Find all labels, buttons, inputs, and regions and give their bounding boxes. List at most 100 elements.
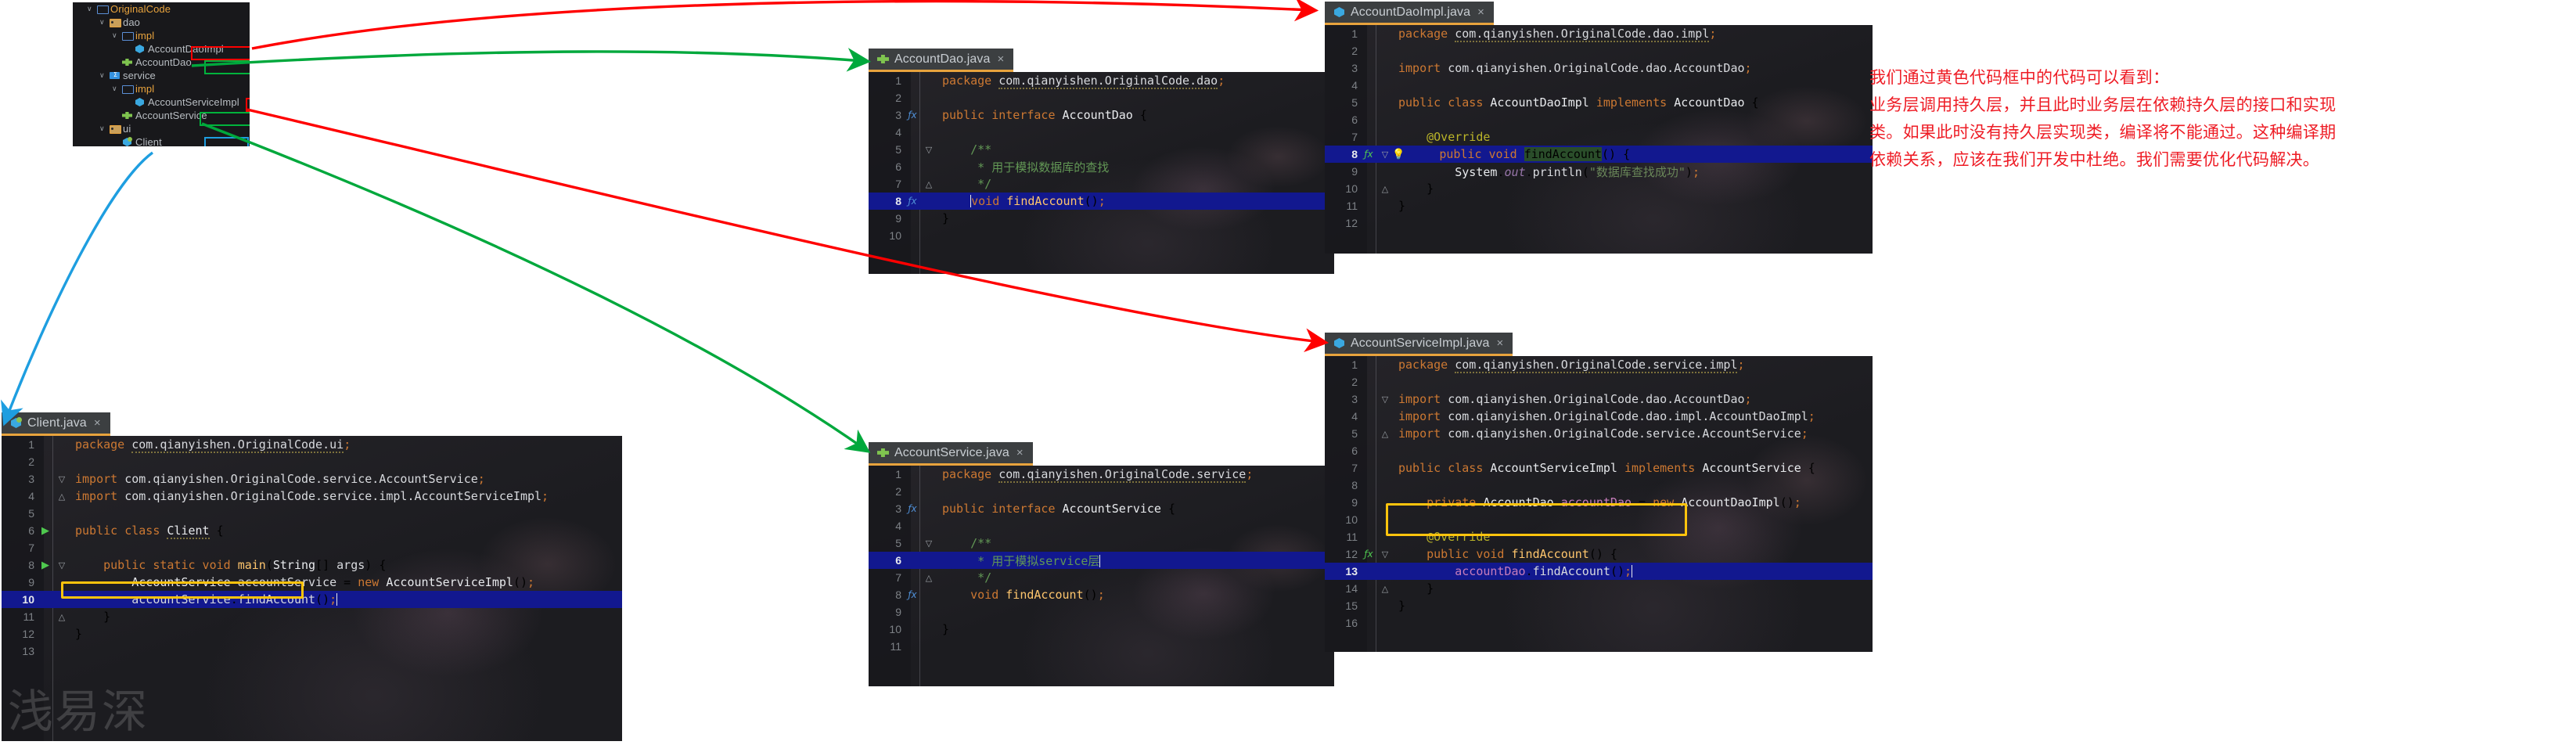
tab-account-dao[interactable]: AccountDao.java × (869, 49, 1014, 72)
close-icon[interactable]: × (94, 417, 101, 429)
code-line[interactable]: 3 ƒx public interface AccountService { (869, 500, 1334, 517)
run-gutter-icon[interactable]: ▶ (36, 560, 55, 571)
code-line[interactable]: 7 △ */ (869, 569, 1334, 586)
code-fold-toggle-icon[interactable]: △ (1378, 184, 1392, 194)
code-line[interactable]: 3 ▽ import com.qianyishen.OriginalCode.dao… (1325, 390, 1873, 408)
tab-account-dao-impl[interactable]: AccountDaoImpl.java × (1325, 2, 1494, 25)
code-line[interactable]: 7 @Override (1325, 128, 1873, 146)
code-editor-account-dao[interactable]: 1 package com.qianyishen.OriginalCode.dao… (869, 72, 1334, 274)
code-line[interactable]: 6 (1325, 111, 1873, 128)
editor-window-account-dao-impl[interactable]: AccountDaoImpl.java × 1 package com.qianyis… (1325, 2, 1873, 254)
code-line[interactable]: 3 ƒx public interface AccountDao { (869, 106, 1334, 124)
close-icon[interactable]: × (997, 53, 1004, 65)
implemented-method-gutter-icon[interactable]: ƒx (903, 503, 922, 514)
code-line[interactable]: 1 package com.qianyishen.OriginalCode.dao… (869, 72, 1334, 89)
code-line[interactable]: 9 AccountService accountService = new Ac… (2, 574, 622, 591)
code-editor-client[interactable]: 1 package com.qianyishen.OriginalCode.ui;… (2, 436, 622, 741)
code-line[interactable]: 3 ▽ import com.qianyishen.OriginalCode.ser… (2, 470, 622, 488)
code-line[interactable]: 10 (869, 227, 1334, 244)
code-line[interactable]: 12 ƒx ▽ public void findAccount() { (1325, 545, 1873, 563)
code-line[interactable]: 11} (1325, 197, 1873, 214)
tree-item-impl[interactable]: ∨ impl (73, 82, 250, 95)
code-fold-toggle-icon[interactable]: △ (1378, 429, 1392, 439)
editor-window-account-service[interactable]: AccountService.java × 1 package com.qianyis… (869, 442, 1334, 686)
code-line[interactable]: 8 ▶ ▽ public static void main(String[] arg… (2, 556, 622, 574)
code-line[interactable]: 13 (2, 642, 622, 660)
code-line[interactable]: 2 (1325, 373, 1873, 390)
code-line[interactable]: 10 △ } (1325, 180, 1873, 197)
code-line[interactable]: 9} (869, 210, 1334, 227)
code-line[interactable]: 2 (869, 89, 1334, 106)
close-icon[interactable]: × (1477, 6, 1484, 18)
code-line[interactable]: 8 (1325, 477, 1873, 494)
code-line[interactable]: 1 package com.qianyishen.OriginalCode.ser… (869, 466, 1334, 483)
tree-item-dao[interactable]: ∨ dao (73, 16, 250, 29)
tab-account-service[interactable]: AccountService.java × (869, 442, 1033, 466)
code-line[interactable]: 10} (869, 621, 1334, 638)
code-line[interactable]: 4 △ import com.qianyishen.OriginalCode.ser… (2, 488, 622, 505)
code-line[interactable]: 11 (869, 638, 1334, 655)
code-fold-toggle-icon[interactable]: △ (922, 573, 936, 583)
chevron-down-icon[interactable]: ∨ (87, 5, 95, 13)
code-editor-account-dao-impl[interactable]: 1 package com.qianyishen.OriginalCode.dao… (1325, 25, 1873, 254)
code-line[interactable]: 4 (1325, 77, 1873, 94)
overriding-method-gutter-icon[interactable]: ƒx (1359, 549, 1378, 560)
code-line[interactable]: 2 (1325, 42, 1873, 59)
tree-item-accountservice[interactable]: AccountService (73, 109, 250, 122)
code-line[interactable]: 9 System.out.println("数据库查找成功"); (1325, 163, 1873, 180)
code-line[interactable]: 5 △ import com.qianyishen.OriginalCode.ser… (1325, 425, 1873, 442)
chevron-down-icon[interactable]: ∨ (112, 85, 120, 93)
code-line[interactable]: 7 △ */ (869, 175, 1334, 193)
tree-item-accountserviceimpl[interactable]: AccountServiceImpl (73, 95, 250, 109)
tree-item-client[interactable]: Client (73, 135, 250, 146)
code-fold-toggle-icon[interactable]: ▽ (55, 474, 69, 484)
code-line[interactable]: 10 accountService.findAccount(); (2, 591, 622, 608)
lightbulb-intention-icon[interactable]: 💡 (1392, 149, 1405, 160)
chevron-down-icon[interactable]: ∨ (99, 71, 107, 80)
code-editor-account-service[interactable]: 1 package com.qianyishen.OriginalCode.ser… (869, 466, 1334, 686)
code-line[interactable]: 4 import com.qianyishen.OriginalCode.dao.… (1325, 408, 1873, 425)
chevron-down-icon[interactable]: ∨ (112, 31, 120, 40)
code-line[interactable]: 6 ▶ public class Client { (2, 522, 622, 539)
code-fold-toggle-icon[interactable]: ▽ (1378, 149, 1392, 160)
editor-window-client[interactable]: Client.java × 1 package com.qianyishen.Orig… (2, 412, 622, 741)
code-line[interactable]: 1 package com.qianyishen.OriginalCode.ui; (2, 436, 622, 453)
editor-window-account-service-impl[interactable]: AccountServiceImpl.java × 1 package com.qia… (1325, 333, 1873, 652)
code-line[interactable]: 8 ƒx void findAccount(); (869, 193, 1334, 210)
code-fold-toggle-icon[interactable]: △ (55, 612, 69, 622)
code-fold-toggle-icon[interactable]: △ (922, 179, 936, 189)
code-line[interactable]: 13 accountDao.findAccount(); (1325, 563, 1873, 580)
code-line[interactable]: 5 ▽ /** (869, 534, 1334, 552)
code-line[interactable]: 8 ƒx void findAccount(); (869, 586, 1334, 603)
code-fold-toggle-icon[interactable]: ▽ (1378, 394, 1392, 405)
code-fold-toggle-icon[interactable]: △ (55, 491, 69, 502)
tree-item-accountdaoimpl[interactable]: AccountDaoImpl (73, 42, 250, 56)
code-line[interactable]: 15} (1325, 597, 1873, 614)
tree-item-originalcode[interactable]: ∨ OriginalCode (73, 2, 250, 16)
code-line[interactable]: 4 (869, 124, 1334, 141)
code-line[interactable]: 7 (2, 539, 622, 556)
code-fold-toggle-icon[interactable]: ▽ (55, 560, 69, 570)
code-line[interactable]: 6 * 用于模拟数据库的查找 (869, 158, 1334, 175)
code-line[interactable]: 6 * 用于模拟service层 (869, 552, 1334, 569)
code-line[interactable]: 4 (869, 517, 1334, 534)
code-fold-toggle-icon[interactable]: ▽ (922, 538, 936, 549)
code-line[interactable]: 1 package com.qianyishen.OriginalCode.ser… (1325, 356, 1873, 373)
tab-client[interactable]: Client.java × (2, 412, 110, 436)
overriding-method-gutter-icon[interactable]: ƒx (1359, 149, 1378, 160)
code-fold-toggle-icon[interactable]: ▽ (922, 145, 936, 155)
tree-item-accountdao[interactable]: AccountDao (73, 56, 250, 69)
code-line[interactable]: 2 (2, 453, 622, 470)
implemented-method-gutter-icon[interactable]: ƒx (903, 196, 922, 207)
tab-account-service-impl[interactable]: AccountServiceImpl.java × (1325, 333, 1513, 356)
chevron-down-icon[interactable]: ∨ (99, 18, 107, 27)
code-line[interactable]: 9 private AccountDao accountDao = new Ac… (1325, 494, 1873, 511)
code-line[interactable]: 16 (1325, 614, 1873, 632)
code-fold-toggle-icon[interactable]: ▽ (1378, 549, 1392, 560)
chevron-down-icon[interactable]: ∨ (99, 124, 107, 133)
code-line[interactable]: 5 (2, 505, 622, 522)
code-line[interactable]: 12} (2, 625, 622, 642)
code-line[interactable]: 14 △ } (1325, 580, 1873, 597)
code-line[interactable]: 5 ▽ /** (869, 141, 1334, 158)
code-line[interactable]: 12 (1325, 214, 1873, 232)
